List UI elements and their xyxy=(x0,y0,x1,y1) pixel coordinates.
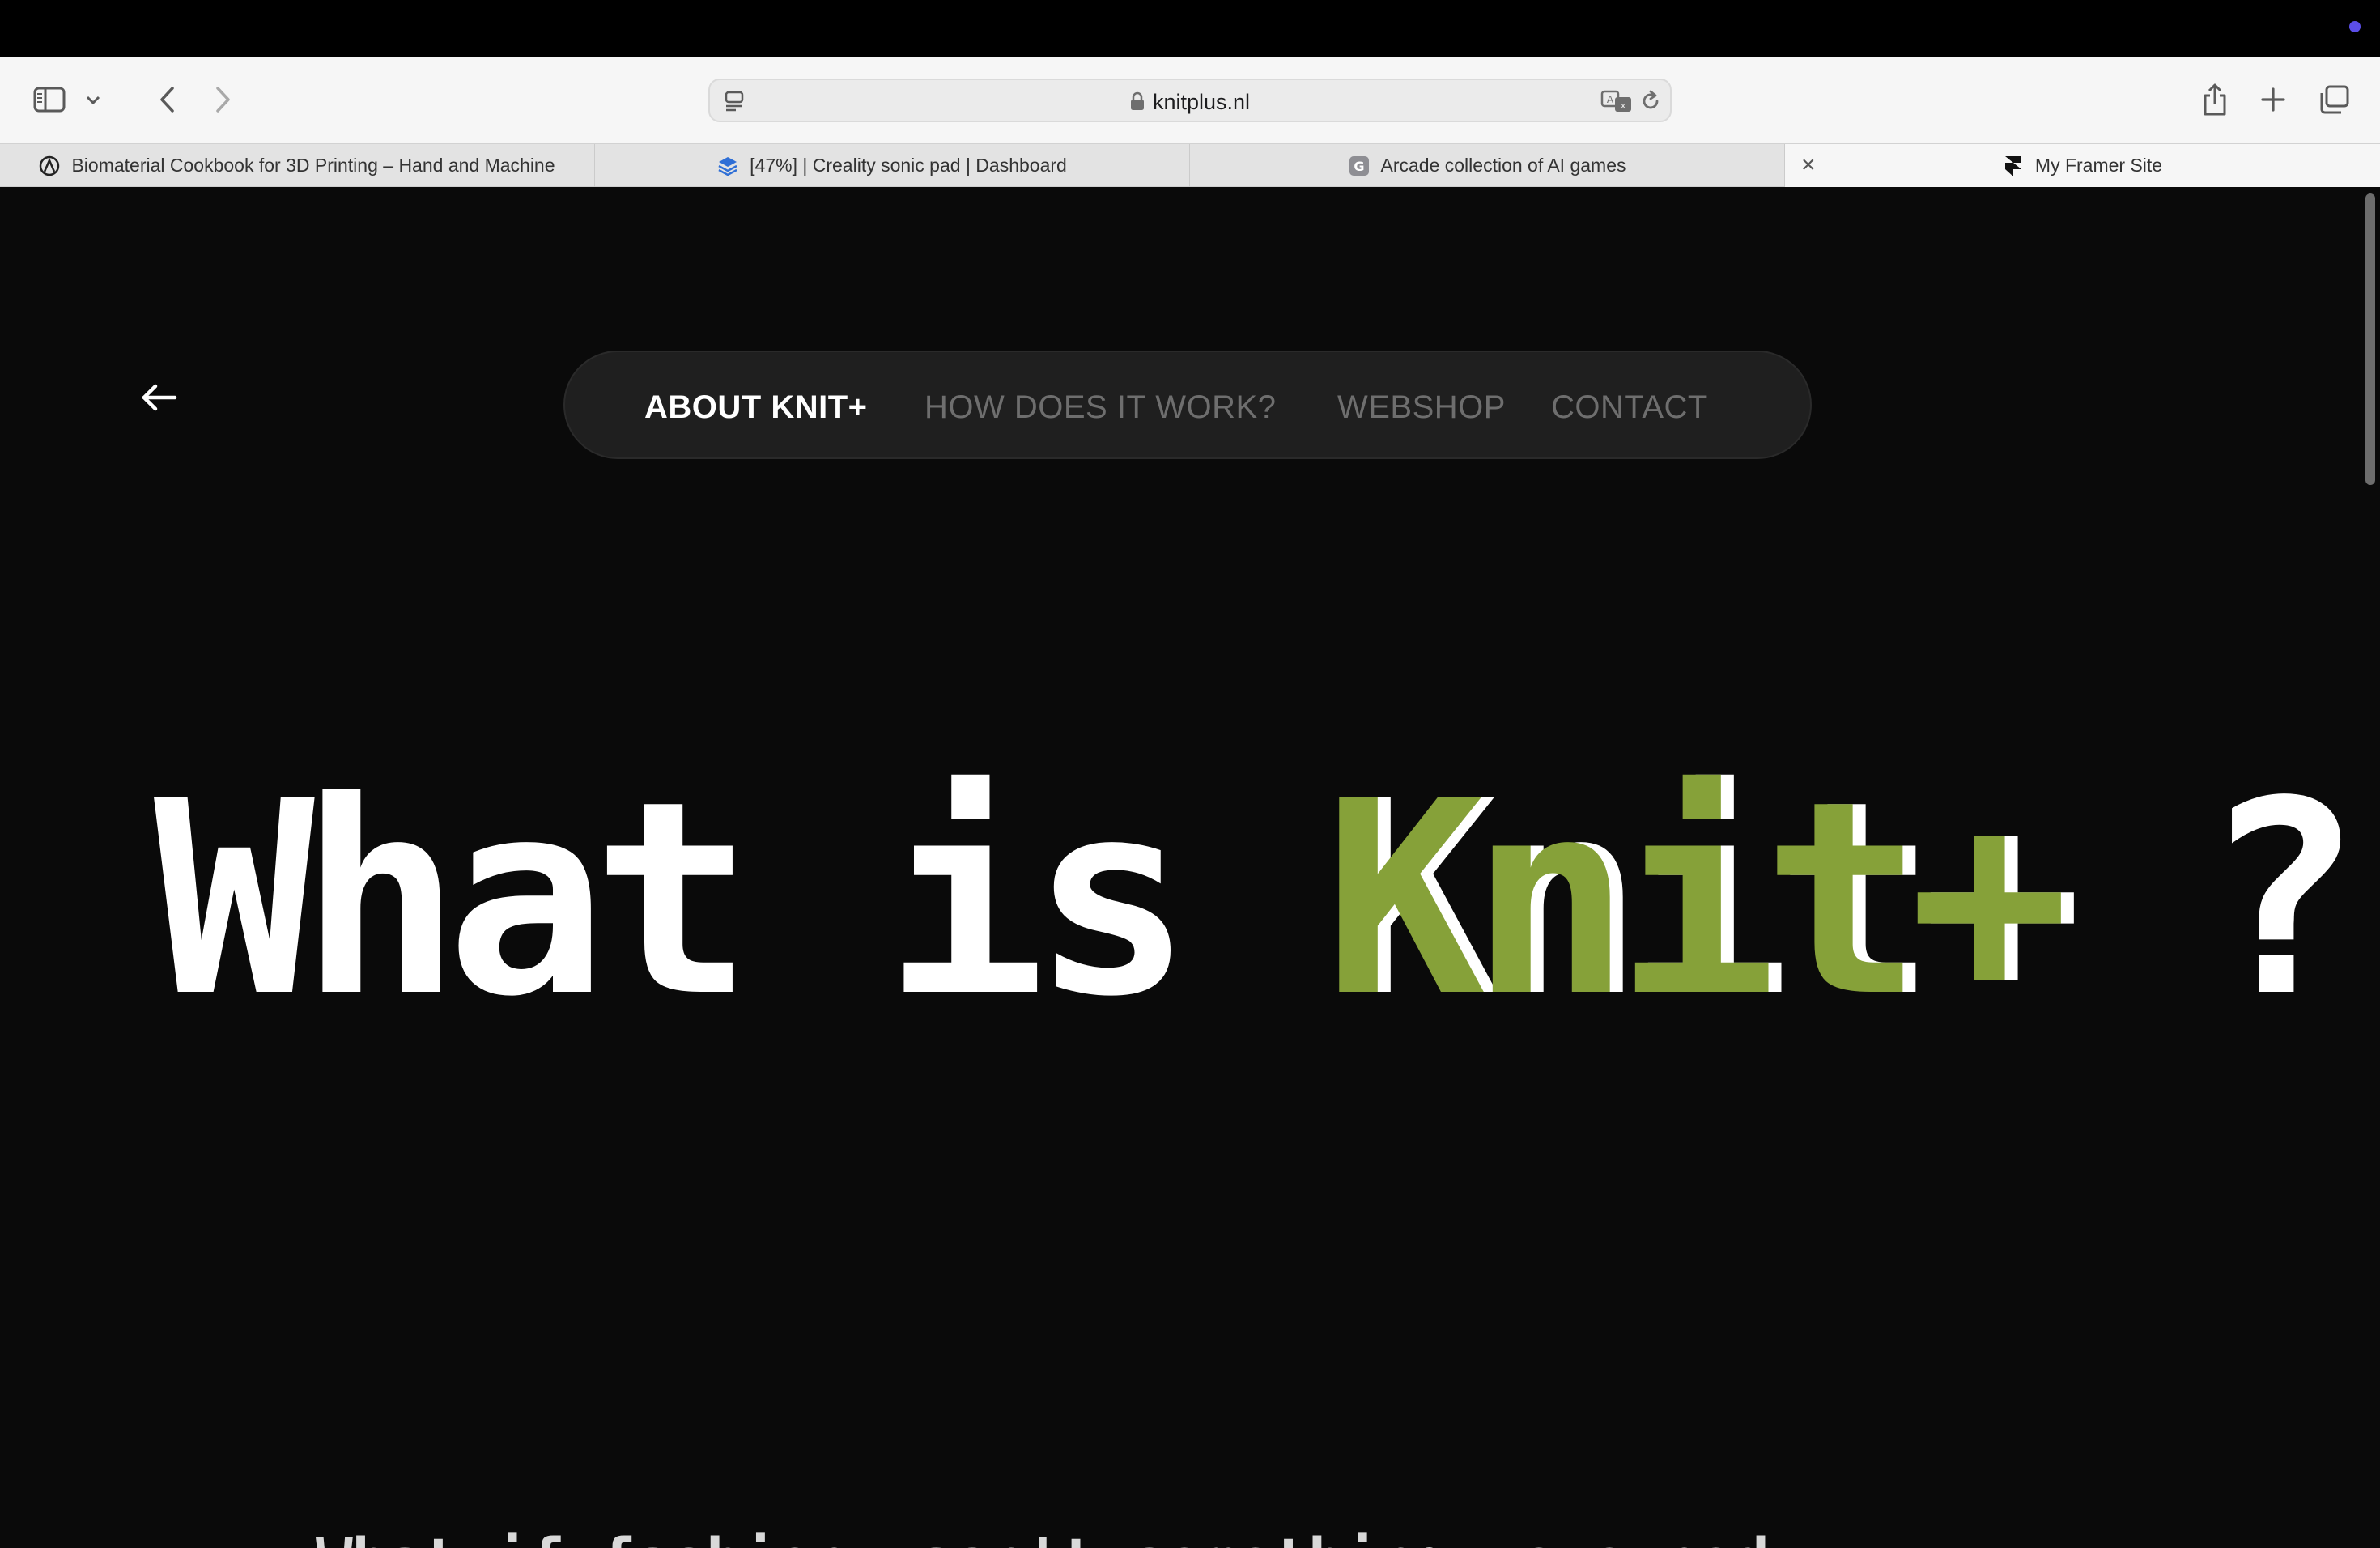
svg-text:A: A xyxy=(1607,94,1614,105)
back-arrow-icon[interactable] xyxy=(139,381,180,414)
browser-toolbar: knitplus.nl Ax xyxy=(0,57,2380,143)
svg-text:x: x xyxy=(1621,100,1626,111)
forward-icon[interactable] xyxy=(209,83,238,116)
g-letter-icon: G xyxy=(1349,155,1370,176)
hero-subline: What if fashion wasn't something we owne… xyxy=(316,1525,1770,1548)
reload-icon[interactable] xyxy=(1638,88,1664,114)
headline-accent: Knit+ xyxy=(1324,744,2069,1055)
nav-webshop[interactable]: WEBSHOP xyxy=(1337,389,1506,426)
tab-biomaterial-cookbook[interactable]: Biomaterial Cookbook for 3D Printing – H… xyxy=(0,144,595,187)
hero-headline: What is Knit+ ? xyxy=(154,766,2362,1033)
share-icon[interactable] xyxy=(2199,80,2231,119)
page-scrollbar[interactable] xyxy=(2365,194,2375,485)
nav-contact[interactable]: CONTACT xyxy=(1551,389,1708,426)
headline-after: ? xyxy=(2055,744,2362,1055)
tab-title: Biomaterial Cookbook for 3D Printing – H… xyxy=(71,155,555,176)
hand-icon xyxy=(39,155,60,176)
tab-title: Arcade collection of AI games xyxy=(1380,155,1626,176)
lock-icon xyxy=(1130,91,1145,117)
translate-icon[interactable]: Ax xyxy=(1599,88,1634,114)
nav-how-it-works[interactable]: HOW DOES IT WORK? xyxy=(924,389,1276,426)
tab-title: [47%] | Creality sonic pad | Dashboard xyxy=(750,155,1067,176)
recording-indicator-icon xyxy=(2349,21,2361,32)
chevron-down-icon[interactable] xyxy=(83,90,104,111)
svg-text:G: G xyxy=(1354,159,1364,174)
tab-my-framer-site[interactable]: × My Framer Site xyxy=(1785,144,2380,187)
back-icon[interactable] xyxy=(152,83,181,116)
tab-title: My Framer Site xyxy=(2034,155,2163,176)
nav-about[interactable]: ABOUT KNIT+ xyxy=(644,389,868,426)
tab-creality-dashboard[interactable]: [47%] | Creality sonic pad | Dashboard xyxy=(595,144,1190,187)
sidebar-toggle-icon[interactable] xyxy=(31,83,68,116)
new-tab-icon[interactable] xyxy=(2259,85,2288,114)
url-text: knitplus.nl xyxy=(1152,90,1251,114)
address-bar[interactable]: knitplus.nl Ax xyxy=(708,79,1672,122)
web-page: ABOUT KNIT+ HOW DOES IT WORK? WEBSHOP CO… xyxy=(0,187,2380,1548)
site-nav: ABOUT KNIT+ HOW DOES IT WORK? WEBSHOP CO… xyxy=(563,351,1812,459)
tab-arcade-ai-games[interactable]: G Arcade collection of AI games xyxy=(1190,144,1785,187)
menu-bar xyxy=(0,0,2380,57)
address-url: knitplus.nl xyxy=(710,90,1670,117)
framer-icon xyxy=(2003,155,2024,176)
tab-bar: Biomaterial Cookbook for 3D Printing – H… xyxy=(0,143,2380,187)
headline-before: What is xyxy=(154,744,1324,1055)
close-tab-icon[interactable]: × xyxy=(1801,153,1816,177)
layers-icon xyxy=(717,155,738,176)
tab-overview-icon[interactable] xyxy=(2317,83,2351,116)
